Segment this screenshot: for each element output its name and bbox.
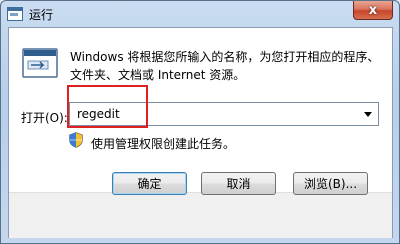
open-combobox[interactable]: regedit [69, 102, 379, 126]
dialog-body: Windows 将根据您所输入的名称，为您打开相应的程序、 文件夹、文档或 In… [8, 27, 393, 238]
open-label: 打开(O): [21, 111, 68, 125]
uac-shield-icon [69, 132, 83, 148]
description-line-1: Windows 将根据您所输入的名称，为您打开相应的程序、 [70, 50, 380, 64]
run-app-icon [7, 7, 23, 21]
cancel-button[interactable]: 取消 [201, 172, 276, 195]
close-button[interactable]: x [353, 1, 393, 20]
close-icon: x [368, 2, 378, 18]
chevron-down-icon[interactable] [364, 112, 372, 117]
open-input-value[interactable]: regedit [77, 107, 120, 121]
browse-button[interactable]: 浏览(B)... [293, 172, 368, 195]
run-dialog-window: 运行 x Windows 将根据您所输入的名称，为您打开相应的程序、 文件夹、文… [0, 0, 400, 244]
window-title: 运行 [29, 8, 54, 22]
run-dialog-icon [22, 48, 58, 78]
title-bar[interactable]: 运行 x [1, 1, 399, 27]
dialog-description: Windows 将根据您所输入的名称，为您打开相应的程序、 文件夹、文档或 In… [70, 48, 380, 84]
admin-note: 使用管理权限创建此任务。 [91, 137, 236, 151]
ok-button[interactable]: 确定 [112, 172, 187, 195]
button-bar [9, 192, 392, 238]
description-line-2: 文件夹、文档或 Internet 资源。 [70, 68, 246, 82]
